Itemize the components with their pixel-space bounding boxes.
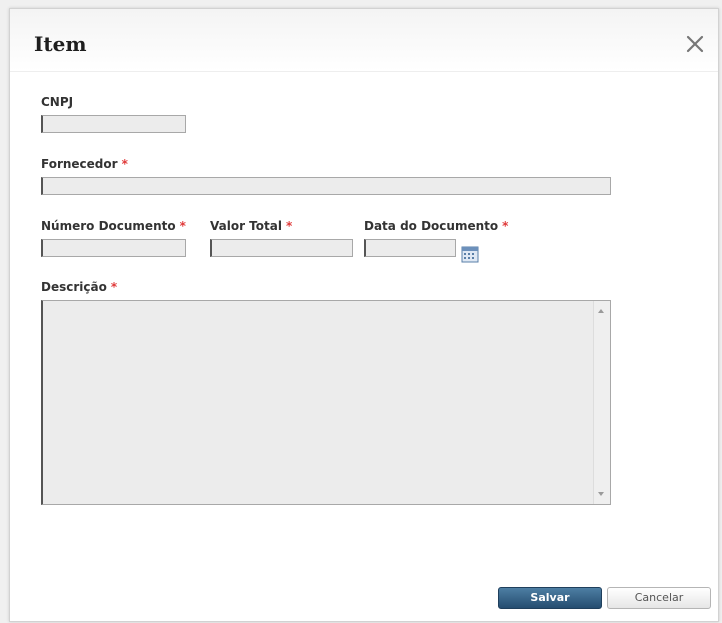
close-icon[interactable] (684, 33, 706, 55)
cnpj-label-text: CNPJ (41, 95, 74, 109)
dialog-title: Item (34, 32, 87, 56)
descricao-label-text: Descrição (41, 280, 107, 294)
required-mark: * (121, 157, 128, 171)
valor-total-field[interactable] (210, 239, 353, 257)
cancel-button[interactable]: Cancelar (607, 587, 711, 609)
descricao-textarea[interactable] (41, 300, 611, 505)
scroll-down-icon[interactable] (598, 492, 604, 496)
dialog-header: Item (10, 9, 718, 72)
data-documento-label-text: Data do Documento (364, 219, 499, 233)
required-mark: * (502, 219, 509, 233)
data-documento-field[interactable] (364, 239, 456, 257)
cnpj-label: CNPJ (41, 95, 73, 109)
textarea-scrollbar[interactable] (593, 301, 610, 504)
scroll-up-icon[interactable] (598, 309, 604, 313)
fornecedor-label: Fornecedor * (41, 157, 128, 171)
numero-documento-label-text: Número Documento (41, 219, 176, 233)
valor-total-label: Valor Total * (210, 219, 292, 233)
fornecedor-label-text: Fornecedor (41, 157, 118, 171)
required-mark: * (179, 219, 186, 233)
data-documento-label: Data do Documento * (364, 219, 508, 233)
save-button[interactable]: Salvar (498, 587, 602, 609)
valor-total-label-text: Valor Total (210, 219, 282, 233)
item-dialog: Item CNPJ Fornecedor * Número Documento * … (9, 8, 719, 622)
numero-documento-label: Número Documento * (41, 219, 186, 233)
required-mark: * (285, 219, 293, 233)
descricao-label: Descrição * (41, 280, 117, 294)
cnpj-field[interactable] (41, 115, 186, 133)
numero-documento-field[interactable] (41, 239, 186, 257)
fornecedor-field[interactable] (41, 177, 611, 195)
calendar-icon[interactable] (461, 245, 479, 263)
required-mark: * (110, 280, 118, 294)
